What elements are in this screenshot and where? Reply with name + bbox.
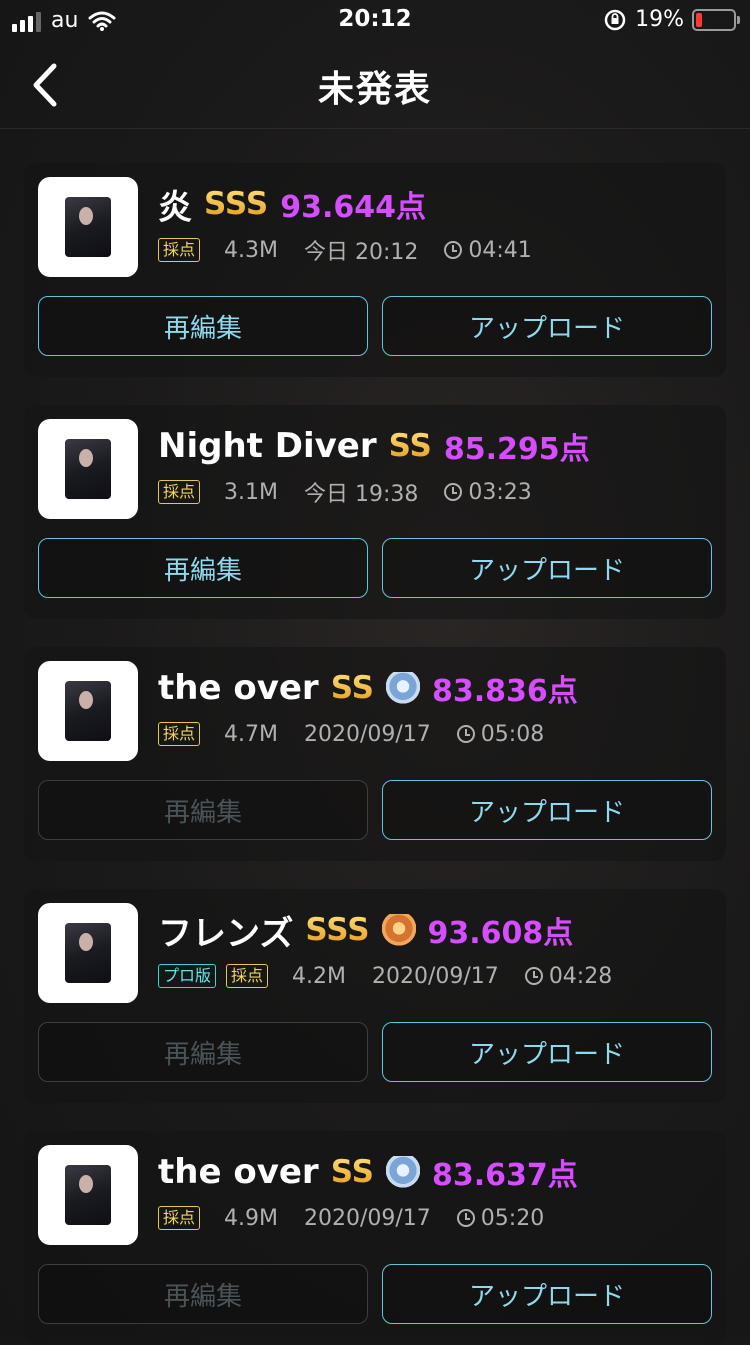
duration: 03:23 (468, 479, 532, 505)
recording-card: 炎 SSS 93.644点 採点 4.3M 今日 20:12 04:41 再編集… (24, 163, 726, 377)
recording-card: Night Diver SS 85.295点 採点 3.1M 今日 19:38 … (24, 405, 726, 619)
meta-row: 採点 4.7M 2020/09/17 05:08 (158, 719, 544, 749)
song-title: the over (158, 1152, 319, 1192)
song-title: フレンズ (158, 913, 294, 954)
battery-icon (692, 8, 740, 31)
orientation-lock-icon (604, 9, 626, 30)
upload-button[interactable]: アップロード (382, 1022, 712, 1082)
clock-icon (456, 725, 475, 743)
recorded-date: 2020/09/17 (372, 963, 499, 989)
artist-photo (65, 681, 111, 741)
battery-level (696, 12, 702, 27)
clock-icon (524, 967, 543, 985)
pro-version-badge: プロ版 (158, 964, 217, 988)
rank-badge: SSS (305, 912, 370, 948)
title-row: フレンズ SSS 93.608点 (158, 907, 574, 954)
meta-row: 採点 4.3M 今日 20:12 04:41 (158, 235, 532, 265)
title-row: the over SS 83.637点 (158, 1149, 578, 1195)
song-thumbnail[interactable] (38, 419, 138, 519)
title-row: the over SS 83.836点 (158, 665, 578, 711)
scoring-badge: 採点 (158, 238, 201, 262)
song-title: Night Diver (158, 426, 377, 466)
artist-photo (65, 923, 111, 983)
file-size: 4.7M (224, 721, 278, 747)
silver-medal-icon (385, 672, 420, 704)
file-size: 4.3M (224, 237, 278, 263)
recorded-date: 2020/09/17 (303, 1205, 431, 1231)
re-edit-button: 再編集 (38, 780, 368, 840)
status-bar: au 20:12 19% (0, 0, 750, 40)
recorded-date: 今日 20:12 (303, 240, 419, 265)
silver-medal-icon (385, 1156, 420, 1188)
score-value: 83.836点 (431, 674, 578, 709)
file-size: 4.2M (292, 963, 346, 989)
score-value: 93.608点 (427, 916, 574, 951)
duration: 05:20 (480, 1205, 545, 1231)
recorded-date: 今日 19:38 (303, 482, 419, 507)
upload-button[interactable]: アップロード (382, 538, 712, 598)
recorded-date: 2020/09/17 (303, 721, 431, 747)
clock-icon (444, 483, 463, 501)
song-title: 炎 (158, 187, 192, 228)
re-edit-button[interactable]: 再編集 (38, 538, 368, 598)
artist-photo (65, 439, 111, 499)
rank-badge: SS (330, 670, 374, 706)
meta-row: 採点 4.9M 2020/09/17 05:20 (158, 1203, 544, 1233)
song-thumbnail[interactable] (38, 1145, 138, 1245)
song-thumbnail[interactable] (38, 903, 138, 1003)
rank-badge: SS (388, 428, 432, 464)
page-title: 未発表 (317, 69, 432, 110)
scoring-badge: 採点 (226, 964, 269, 988)
scoring-badge: 採点 (158, 722, 201, 746)
title-row: 炎 SSS 93.644点 (158, 181, 426, 228)
meta-row: プロ版 採点 4.2M 2020/09/17 04:28 (158, 961, 612, 991)
re-edit-button: 再編集 (38, 1264, 368, 1324)
upload-button[interactable]: アップロード (382, 296, 712, 356)
upload-button[interactable]: アップロード (382, 780, 712, 840)
upload-button[interactable]: アップロード (382, 1264, 712, 1324)
scoring-badge: 採点 (158, 480, 201, 504)
navigation-bar: 未発表 (0, 40, 750, 129)
score-value: 93.644点 (280, 190, 426, 225)
duration: 04:41 (468, 237, 532, 263)
file-size: 4.9M (224, 1205, 278, 1231)
song-title: the over (158, 668, 319, 708)
scoring-badge: 採点 (158, 1206, 201, 1230)
meta-row: 採点 3.1M 今日 19:38 03:23 (158, 477, 532, 507)
score-value: 83.637点 (431, 1158, 578, 1193)
re-edit-button: 再編集 (38, 1022, 368, 1082)
status-right: 19% (603, 7, 740, 32)
re-edit-button[interactable]: 再編集 (38, 296, 368, 356)
battery-percent: 19% (635, 7, 684, 32)
rank-badge: SS (330, 1154, 374, 1190)
file-size: 3.1M (224, 479, 278, 505)
duration: 04:28 (548, 963, 613, 989)
clock-icon (456, 1209, 475, 1227)
recording-card: フレンズ SSS 93.608点 プロ版 採点 4.2M 2020/09/17 0… (24, 889, 726, 1103)
artist-photo (65, 1165, 111, 1225)
recording-card: the over SS 83.637点 採点 4.9M 2020/09/17 0… (24, 1131, 726, 1345)
bronze-medal-icon (381, 914, 416, 946)
score-value: 85.295点 (443, 432, 590, 467)
artist-photo (65, 197, 111, 257)
title-row: Night Diver SS 85.295点 (158, 423, 590, 469)
duration: 05:08 (480, 721, 545, 747)
clock-icon (444, 241, 463, 259)
recording-card: the over SS 83.836点 採点 4.7M 2020/09/17 0… (24, 647, 726, 861)
rank-badge: SSS (204, 186, 269, 222)
song-thumbnail[interactable] (38, 661, 138, 761)
song-thumbnail[interactable] (38, 177, 138, 277)
